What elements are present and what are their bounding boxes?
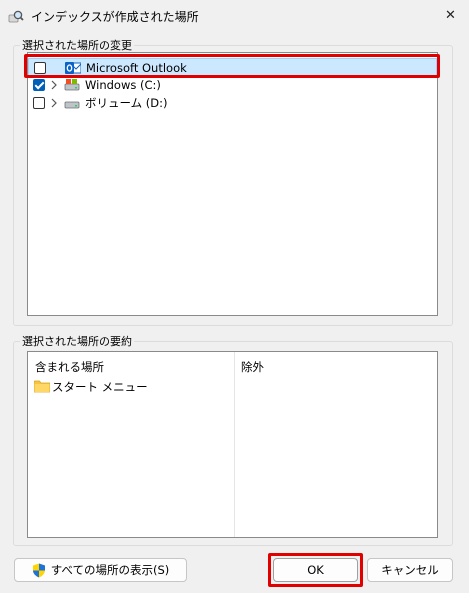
change-locations-legend: 選択された場所の変更	[22, 39, 132, 52]
close-button[interactable]: ✕	[432, 0, 469, 30]
close-icon: ✕	[445, 7, 456, 23]
windows-c-checkbox[interactable]	[33, 79, 45, 91]
cancel-button[interactable]: キャンセル	[367, 558, 453, 582]
summary-legend: 選択された場所の要約	[22, 335, 132, 348]
tree-item-volume-d[interactable]: ボリューム (D:)	[28, 94, 437, 112]
ok-label: OK	[307, 563, 324, 577]
tree-item-label: ボリューム (D:)	[85, 96, 168, 110]
chevron-right-icon[interactable]	[50, 98, 58, 108]
window-title: インデックスが作成された場所	[31, 10, 199, 24]
drive-icon	[64, 79, 80, 91]
tree-item-label: Windows (C:)	[85, 78, 161, 92]
search-magnifier-icon	[8, 10, 24, 23]
summary-list: 含まれる場所 除外 スタート メニュー	[27, 351, 438, 538]
show-all-locations-button[interactable]: すべての場所の表示(S)	[14, 558, 187, 582]
cancel-label: キャンセル	[381, 563, 439, 577]
locations-tree[interactable]: Microsoft Outlook Windows (C:) ボリューム (D:…	[27, 52, 438, 316]
show-all-label: すべての場所の表示(S)	[50, 563, 170, 577]
included-header: 含まれる場所	[35, 360, 104, 374]
chevron-right-icon[interactable]	[50, 80, 58, 90]
shield-icon	[32, 563, 45, 577]
outlook-icon	[65, 62, 81, 74]
outlook-checkbox[interactable]	[34, 62, 46, 74]
drive-icon	[64, 101, 80, 109]
excluded-header: 除外	[241, 360, 264, 374]
tree-item-label: Microsoft Outlook	[86, 61, 187, 75]
title-bar: インデックスが作成された場所 ✕	[0, 0, 469, 32]
folder-icon	[34, 380, 50, 393]
volume-d-checkbox[interactable]	[33, 97, 45, 109]
tree-item-outlook[interactable]: Microsoft Outlook	[28, 58, 437, 76]
column-divider	[234, 352, 235, 537]
ok-button[interactable]: OK	[273, 558, 358, 582]
included-item-label: スタート メニュー	[52, 380, 148, 394]
tree-item-windows-c[interactable]: Windows (C:)	[28, 76, 437, 94]
included-item: スタート メニュー	[34, 379, 224, 395]
